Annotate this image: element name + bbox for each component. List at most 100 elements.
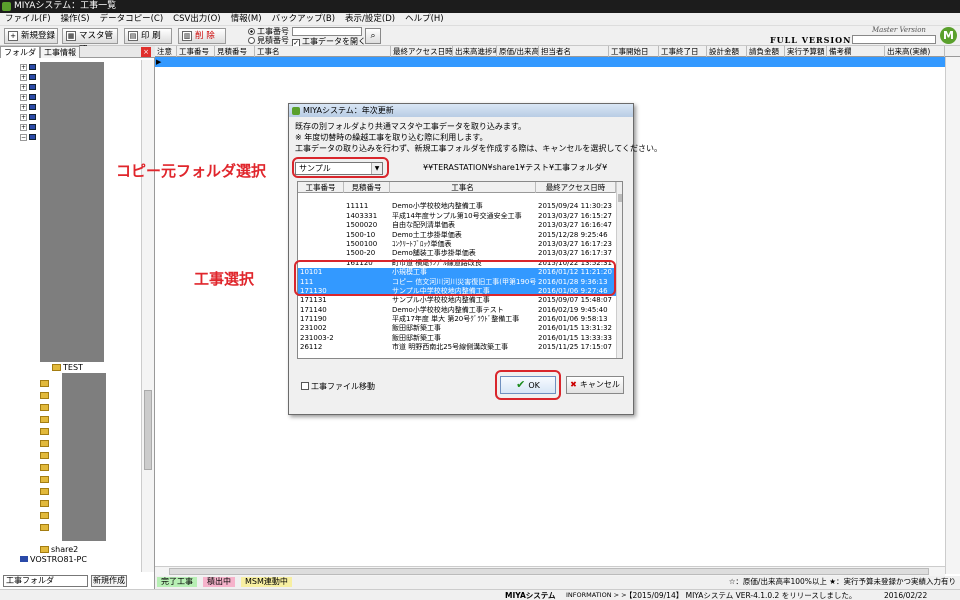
left-tabs: フォルダ 工事情報 × [0,46,155,58]
grid-scrollbar[interactable] [616,182,622,358]
table-row[interactable]: 231003-2 飯田邸新築工事 2016/01/15 13:33:33 [298,334,616,343]
col-end-date[interactable]: 工事終了日 [659,46,707,57]
tree-node[interactable]: + [20,94,36,102]
table-row[interactable]: 1403331 平成14年度サンプル第10号交通安全工事 2013/03/27 16… [298,212,616,221]
menu-info[interactable]: 情報(M) [226,13,267,26]
folder-icon [40,392,49,399]
highlight-koji-selection [294,260,616,296]
col-cost-ratio[interactable]: 原価/出来高率(%) [497,46,539,57]
print-button[interactable]: ▤ 印 刷 [124,28,172,44]
tree-node[interactable]: + [20,74,36,82]
new-document-icon: + [8,31,18,41]
col-start-date[interactable]: 工事開始日 [609,46,659,57]
tree-node-share2[interactable]: share2 [40,545,78,555]
menu-help[interactable]: ヘルプ(H) [400,13,449,26]
scroll-thumb[interactable] [144,390,152,470]
tab-folder[interactable]: フォルダ [0,46,40,58]
table-row[interactable]: 1500020 自由な配列清単価表 2013/03/27 16:16:47 [298,221,616,230]
radio-estimate-number[interactable]: 見積番号 [248,36,289,45]
menu-data-copy[interactable]: データコピー(C) [95,13,169,26]
folder-icon [40,476,49,483]
col-person[interactable]: 担当者名 [539,46,609,57]
window-title-bar: MIYAシステム：工事一覧 [0,0,960,13]
search-input[interactable] [292,27,362,36]
table-row[interactable]: 1500100 ｺﾝｸﾘｰﾄﾌﾞﾛｯｸ単価表 2013/03/27 16:17:23 [298,240,616,249]
cancel-button[interactable]: ✖ キャンセル [566,376,624,394]
row-pointer-icon: ▶ [156,58,162,66]
grid-col-estimate-no[interactable]: 見積番号 [344,182,390,193]
delete-button[interactable]: ▥ 削 除 [178,28,226,44]
table-row[interactable]: 1500-20 Demo舗装工事歩掛単価表 2013/03/27 16:17:37 [298,249,616,258]
menu-display-settings[interactable]: 表示/設定(D) [340,13,400,26]
version-select[interactable] [852,35,936,44]
col-estimate-no[interactable]: 見積番号 [215,46,255,57]
table-row[interactable]: 1500-10 Demo土工歩掛単価表 2015/12/28 9:25:46 [298,231,616,240]
tag-out[interactable]: 積出中 [203,577,235,587]
scroll-thumb[interactable] [618,194,622,202]
list-vertical-scrollbar[interactable] [945,57,960,574]
menu-csv-output[interactable]: CSV出力(O) [168,13,225,26]
computer-icon [29,74,36,80]
folder-panel: フォルダ工事情報 × + + + + + + + − TEST share2 [0,46,155,590]
col-last-access[interactable]: 最終アクセス日時 [391,46,453,57]
table-row[interactable]: 26112 市道 明野西南北25号線側溝改築工事 2015/11/25 17:15:… [298,343,616,352]
menu-backup[interactable]: バックアップ(B) [267,13,340,26]
col-koji-no[interactable]: 工事番号 [177,46,215,57]
grid-col-koji-no[interactable]: 工事番号 [298,182,344,193]
clock: 2016/02/22 10:07:48 [884,591,928,600]
folder-icon [40,428,49,435]
tree-folder-test[interactable]: TEST [52,363,83,373]
radio-koji-number[interactable]: 工事番号 [248,27,289,36]
folder-name-input[interactable]: 工事フォルダ [3,575,88,587]
table-row[interactable]: 231002 飯田邸新築工事 2016/01/15 13:31:32 [298,324,616,333]
col-progress[interactable]: 出来高進捗率(%) [453,46,497,57]
scroll-thumb[interactable] [169,568,929,575]
master-manage-button[interactable]: ▦マスタ管理 [62,28,118,55]
tag-msm[interactable]: MSM連動中 [241,577,292,587]
highlight-source-folder [292,157,389,178]
close-icon[interactable]: × [141,47,151,57]
tree-node[interactable]: + [20,64,36,72]
search-button[interactable]: ⌕ [365,28,381,44]
menu-file[interactable]: ファイル(F) [0,13,56,26]
menu-operation[interactable]: 操作(S) [56,13,95,26]
menu-bar: ファイル(F) 操作(S) データコピー(C) CSV出力(O) 情報(M) バックアップ… [0,13,960,26]
tree-node-vostro[interactable]: VOSTRO81-PC [20,555,87,565]
left-scrollbar[interactable] [141,60,154,572]
computer-icon [29,94,36,100]
col-contract-amount[interactable]: 請負金額 [747,46,785,57]
app-icon [292,107,300,115]
table-row[interactable]: 171190 平成17年度 単大 第20号ｸﾞﾗｳﾄﾞ整備工事 2016/01/06… [298,315,616,324]
tree-node[interactable]: + [20,104,36,112]
col-caution[interactable]: 注意 [155,46,177,57]
tree-node[interactable]: + [20,84,36,92]
grid-col-last-access[interactable]: 最終アクセス日時 [536,182,616,193]
create-folder-button[interactable]: 新規作成 [91,575,127,587]
grid-icon: ▦ [66,31,76,41]
grid-col-koji-name[interactable]: 工事名 [390,182,536,193]
tab-koji-info[interactable]: 工事情報 [40,46,80,58]
col-design-amount[interactable]: 設計金額 [707,46,747,57]
folder-icon [40,546,49,553]
news-text[interactable]: 【2015/09/14】 MIYAシステム VER-4.1.0.2 をリリースし… [625,590,856,600]
radio-dot-icon [248,28,255,35]
move-koji-file-checkbox[interactable]: 工事ファイル移動 [301,382,375,392]
tag-complete[interactable]: 完了工事 [157,577,197,587]
full-version-label: FULL VERSION [770,35,852,45]
table-row[interactable] [298,193,616,202]
tree-node[interactable]: + [20,114,36,122]
table-row[interactable]: 171140 Demo小学校校地内整備工事テスト 2016/02/19 9:45:4… [298,306,616,315]
computer-icon [20,556,28,562]
col-notes[interactable]: 備考欄 [827,46,885,57]
list-horizontal-scrollbar[interactable] [155,566,945,576]
col-koji-name[interactable]: 工事名 [255,46,391,57]
table-row[interactable]: 171131 サンプル小学校校地内整備工事 2015/09/07 15:48:07 [298,296,616,305]
table-row[interactable]: 11111 Demo小学校校地内整備工事 2015/09/24 11:30:23 [298,202,616,211]
annotation-koji-select: 工事選択 [194,270,255,288]
list-row-selected[interactable]: ▶ [155,57,945,67]
col-budget[interactable]: 実行予算額 [785,46,827,57]
new-register-button[interactable]: + 新規登録 [4,28,58,44]
tree-node[interactable]: − [20,134,36,142]
col-actual[interactable]: 出来高(実績) [885,46,945,57]
tree-node[interactable]: + [20,124,36,132]
